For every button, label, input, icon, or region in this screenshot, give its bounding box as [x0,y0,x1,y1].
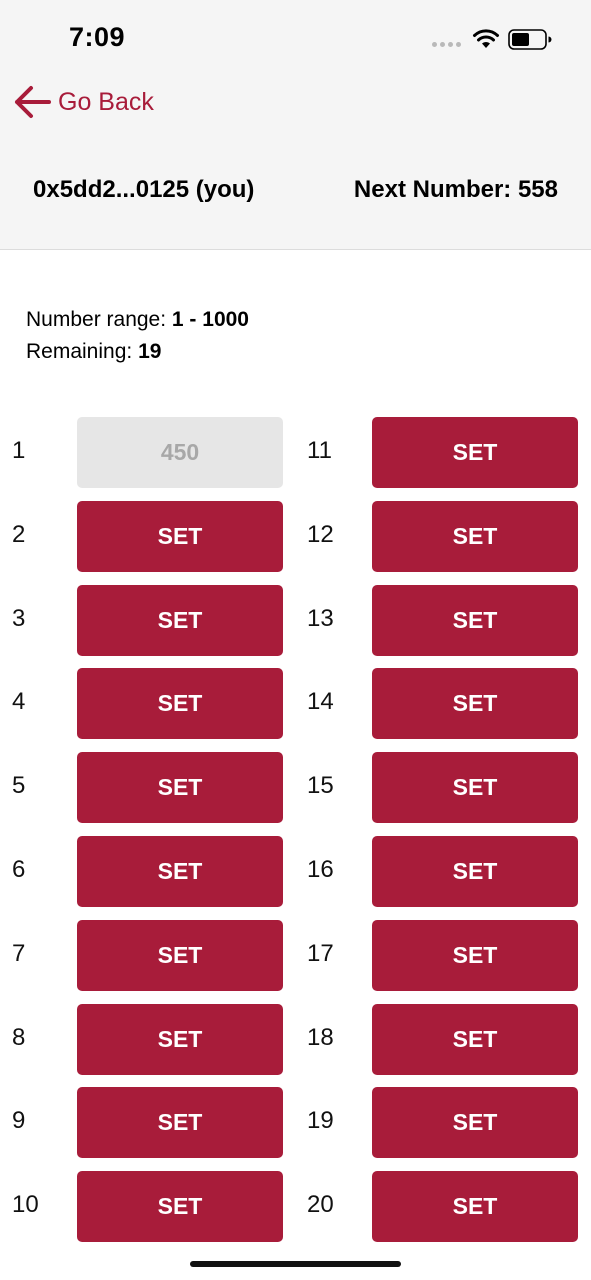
number-range-value: 1 - 1000 [171,308,249,331]
set-button[interactable]: SET [372,500,578,572]
slot-index: 10 [12,1191,39,1219]
set-button[interactable]: SET [372,417,578,488]
arrow-left-icon [15,86,51,118]
slot-index: 4 [12,688,26,716]
remaining-label: Remaining: [26,340,133,363]
slot-index: 20 [307,1191,334,1219]
number-slot: 3 SET [0,584,295,657]
set-button[interactable]: SET [77,1087,283,1159]
set-button[interactable]: SET [372,836,578,907]
number-slot: 12 SET [295,500,590,573]
home-indicator [190,1261,401,1267]
number-slot: 11 SET [295,417,590,489]
header-row: 0x5dd2...0125 (you) Next Number: 558 [0,172,591,212]
set-button[interactable]: SET [77,836,283,907]
number-slot: 1 450 [0,417,295,489]
range-info: Number range: 1 - 1000 Remaining: 19 [26,304,249,368]
number-slot: 4 SET [0,668,295,740]
slot-index: 5 [12,772,26,800]
set-button[interactable]: SET [77,752,283,824]
number-slot: 5 SET [0,752,295,824]
slot-index: 8 [12,1023,26,1051]
next-number-value: 558 [517,176,558,203]
number-slot: 6 SET [0,836,295,908]
slot-index: 2 [12,520,26,548]
set-button[interactable]: SET [77,584,283,656]
number-slot: 16 SET [295,836,590,908]
number-slot: 9 SET [0,1087,295,1159]
top-area: 7:09 Go Back 0x5dd2...0125 (you) Next Nu… [0,0,591,250]
go-back-button[interactable]: Go Back [12,82,154,122]
slot-index: 12 [307,520,334,548]
set-button[interactable]: SET [372,668,578,740]
set-button[interactable]: SET [372,752,578,824]
slot-index: 11 [307,437,332,464]
set-button[interactable]: SET [77,919,283,991]
status-bar: 7:09 [0,0,591,80]
number-slot: 20 SET [295,1171,590,1243]
set-button[interactable]: SET [77,500,283,572]
number-slot: 17 SET [295,919,590,992]
slot-index: 1 [12,437,26,464]
set-button[interactable]: SET [372,919,578,991]
set-button[interactable]: SET [372,584,578,656]
slot-index: 7 [12,939,26,967]
set-button[interactable]: SET [77,1003,283,1075]
number-slot: 2 SET [0,500,295,573]
number-slot: 18 SET [295,1003,590,1076]
account-address: 0x5dd2...0125 (you) [33,176,255,203]
slot-value: 450 [77,417,283,488]
number-range-row: Number range: 1 - 1000 [26,304,249,336]
battery-icon [508,29,552,50]
number-slot: 8 SET [0,1003,295,1076]
slot-index: 3 [12,604,26,632]
set-button[interactable]: SET [77,1171,283,1243]
slot-index: 9 [12,1107,26,1135]
number-slot: 19 SET [295,1087,590,1159]
next-number-label: Next Number: [353,176,512,203]
number-range-label: Number range: [26,308,167,331]
slot-index: 19 [307,1107,334,1135]
slot-index: 13 [307,604,334,632]
slot-index: 14 [307,688,334,716]
slot-index: 15 [307,772,334,800]
signal-dots-icon [432,42,461,47]
slot-index: 17 [307,939,334,967]
remaining-row: Remaining: 19 [26,336,249,368]
number-slot: 7 SET [0,919,295,992]
status-time: 7:09 [69,22,126,52]
slot-index: 16 [307,856,334,883]
set-button[interactable]: SET [372,1087,578,1159]
set-button[interactable]: SET [77,668,283,740]
number-slot: 15 SET [295,752,590,824]
wifi-icon [473,29,499,48]
go-back-label: Go Back [58,87,154,116]
number-slot: 10 SET [0,1171,295,1243]
set-button[interactable]: SET [372,1171,578,1243]
slot-index: 18 [307,1023,334,1051]
number-slot: 14 SET [295,668,590,740]
set-button[interactable]: SET [372,1003,578,1075]
number-slot: 13 SET [295,584,590,657]
slot-index: 6 [12,856,26,883]
remaining-value: 19 [138,340,162,363]
next-number: Next Number: 558 [354,176,558,204]
